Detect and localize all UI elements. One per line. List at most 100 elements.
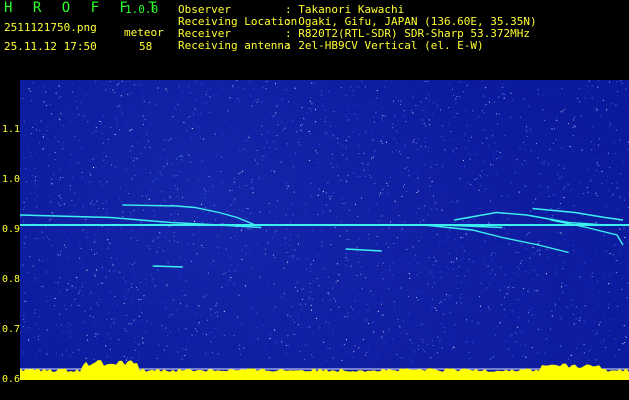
meteor-trace-7 — [152, 265, 183, 268]
noise-speckle — [169, 139, 171, 141]
noise-speckle — [307, 258, 309, 260]
noise-speckle — [412, 359, 414, 361]
noise-speckle — [453, 310, 455, 312]
noise-speckle — [358, 347, 360, 349]
noise-speckle — [38, 328, 40, 330]
noise-speckle — [73, 114, 75, 116]
noise-speckle — [38, 316, 40, 318]
noise-speckle — [467, 337, 469, 339]
noise-speckle — [145, 168, 147, 170]
y-axis: kHz 1.11.00.90.80.70.6 — [0, 68, 20, 400]
noise-speckle — [537, 274, 538, 276]
noise-speckle — [245, 245, 247, 247]
noise-speckle — [347, 175, 349, 176]
noise-speckle — [98, 298, 100, 300]
noise-speckle — [461, 169, 463, 171]
noise-speckle — [531, 269, 533, 271]
noise-speckle — [308, 131, 310, 132]
noise-speckle — [177, 241, 179, 243]
noise-speckle — [229, 97, 231, 99]
noise-speckle — [511, 310, 513, 311]
noise-speckle — [568, 123, 569, 125]
noise-speckle — [30, 100, 32, 102]
noise-speckle — [439, 242, 441, 244]
noise-speckle — [576, 347, 578, 349]
noise-speckle — [460, 237, 462, 239]
noise-speckle — [30, 152, 32, 154]
noise-speckle — [249, 251, 251, 253]
noise-speckle — [316, 152, 318, 154]
noise-speckle — [341, 344, 343, 346]
noise-speckle — [615, 355, 616, 357]
noise-speckle — [107, 239, 109, 241]
noise-speckle — [298, 243, 299, 245]
noise-speckle — [392, 262, 394, 264]
noise-speckle — [583, 263, 585, 264]
noise-speckle — [492, 164, 494, 166]
noise-speckle — [627, 241, 629, 243]
noise-speckle — [578, 319, 580, 321]
noise-speckle — [391, 187, 393, 189]
noise-speckle — [20, 331, 22, 333]
noise-speckle — [368, 323, 370, 325]
noise-speckle — [78, 304, 80, 306]
noise-speckle — [198, 114, 200, 116]
noise-speckle — [499, 289, 501, 291]
noise-speckle — [360, 266, 362, 268]
noise-speckle — [180, 303, 181, 305]
noise-speckle — [558, 164, 560, 166]
noise-speckle — [267, 286, 269, 288]
noise-speckle — [595, 108, 597, 110]
noise-speckle — [223, 310, 225, 312]
noise-speckle — [406, 333, 408, 335]
noise-speckle — [325, 110, 327, 112]
noise-speckle — [344, 344, 345, 345]
noise-speckle — [152, 278, 154, 280]
noise-speckle — [519, 148, 521, 150]
noise-speckle — [58, 85, 60, 87]
noise-speckle — [294, 249, 296, 251]
noise-speckle — [592, 126, 593, 128]
noise-speckle — [44, 85, 45, 87]
noise-speckle — [42, 237, 44, 239]
noise-speckle — [335, 216, 337, 218]
noise-speckle — [80, 248, 82, 249]
noise-speckle — [486, 287, 487, 289]
noise-speckle — [70, 324, 72, 326]
noise-speckle — [95, 280, 97, 282]
noise-speckle — [345, 179, 347, 181]
noise-speckle — [353, 172, 355, 174]
noise-speckle — [468, 152, 470, 154]
noise-speckle — [95, 354, 97, 355]
noise-speckle — [510, 335, 511, 337]
noise-speckle — [471, 320, 473, 322]
noise-speckle — [312, 356, 314, 358]
noise-speckle — [297, 290, 299, 292]
noise-speckle — [357, 176, 359, 178]
noise-speckle — [365, 175, 366, 177]
noise-speckle — [216, 302, 218, 304]
noise-speckle — [464, 275, 466, 277]
noise-speckle — [185, 280, 187, 282]
noise-speckle — [619, 228, 621, 230]
noise-speckle — [73, 211, 75, 213]
noise-speckle — [591, 149, 593, 151]
noise-speckle — [542, 169, 544, 171]
noise-speckle — [131, 287, 133, 289]
noise-speckle — [109, 349, 111, 350]
noise-speckle — [337, 280, 339, 282]
noise-speckle — [65, 247, 67, 249]
noise-speckle — [173, 232, 175, 234]
noise-speckle — [66, 289, 68, 291]
meteor-count: 58 — [139, 40, 153, 53]
noise-speckle — [545, 239, 547, 241]
noise-speckle — [528, 309, 530, 311]
noise-speckle — [370, 177, 372, 179]
noise-speckle — [384, 86, 386, 88]
noise-speckle — [204, 197, 206, 199]
noise-speckle — [534, 269, 536, 271]
noise-speckle — [68, 142, 70, 143]
noise-speckle — [322, 211, 324, 213]
noise-speckle — [128, 263, 130, 264]
noise-speckle — [200, 113, 202, 115]
